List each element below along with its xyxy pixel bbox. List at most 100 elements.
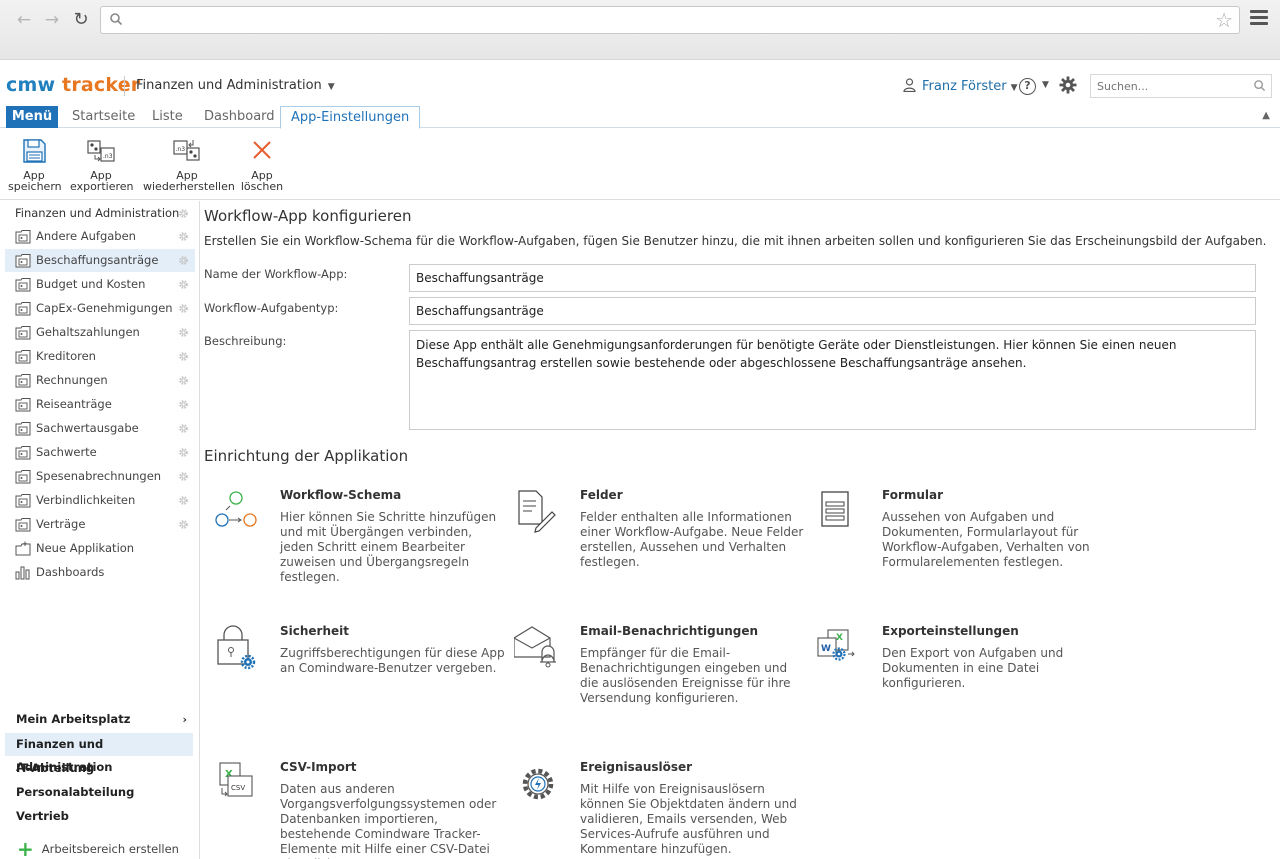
sidebar-item-label: Spesenabrechnungen [36, 469, 162, 483]
card-desc: Mit Hilfe von Ereignisauslösern können S… [580, 782, 797, 856]
browser-menu-icon[interactable] [1250, 10, 1268, 28]
back-arrow-icon[interactable]: ← [14, 10, 34, 30]
workspace-vertrieb[interactable]: Vertrieb [5, 805, 193, 828]
global-search-input[interactable] [1090, 74, 1272, 98]
workspace-label: Personalabteilung [16, 785, 135, 799]
app-folder-icon [15, 494, 31, 508]
workspace-personal[interactable]: Personalabteilung [5, 781, 193, 804]
gear-icon[interactable] [178, 351, 189, 362]
address-bar[interactable]: ☆ [100, 6, 1240, 34]
app-folder-icon [15, 470, 31, 484]
gear-icon[interactable] [178, 231, 189, 242]
delete-app-button[interactable]: App löschen [239, 138, 285, 192]
card-desc: Zugriffsberechtigungen für diese App an … [280, 646, 505, 675]
user-menu[interactable]: Franz Förster ▼ [903, 78, 1018, 94]
setup-title: Einrichtung der Applikation [204, 447, 409, 465]
gear-icon[interactable] [1059, 76, 1077, 94]
sidebar-item[interactable]: Rechnungen [5, 369, 195, 392]
description-textarea[interactable]: Diese App enthält alle Genehmigungsanfor… [409, 330, 1256, 430]
app-folder-icon [15, 302, 31, 316]
chevron-right-icon: › [182, 713, 187, 726]
tab-liste[interactable]: Liste [152, 106, 183, 128]
app-name-input[interactable]: Beschaffungsanträge [409, 264, 1256, 292]
sidebar-item-label: CapEx-Genehmigungen [36, 301, 173, 315]
gear-icon[interactable] [178, 495, 189, 506]
collapse-icon[interactable]: ▲ [1262, 110, 1270, 121]
gear-icon[interactable] [178, 303, 189, 314]
gear-icon[interactable] [178, 208, 189, 219]
tab-app-einstellungen[interactable]: App-Einstellungen [280, 106, 421, 129]
workspace-selector[interactable]: Finanzen und Administration ▼ [136, 78, 335, 93]
gear-icon[interactable] [178, 255, 189, 266]
sidebar-root[interactable]: Finanzen und Administration [15, 206, 179, 220]
workspace-it[interactable]: IT-Abteilung [5, 757, 193, 780]
chevron-down-icon[interactable]: ▼ [1042, 80, 1049, 90]
svg-text:CSV: CSV [231, 784, 245, 792]
tab-menu[interactable]: Menü [6, 106, 58, 128]
gear-icon[interactable] [178, 423, 189, 434]
task-type-label: Workflow-Aufgabentyp: [204, 301, 339, 315]
sidebar-item-label: Kreditoren [36, 349, 96, 363]
app-folder-icon [15, 230, 31, 244]
page-title: Workflow-App konfigurieren [204, 207, 412, 225]
restore-icon: .n3 [173, 140, 200, 161]
sidebar-item[interactable]: Beschaffungsanträge [5, 249, 195, 272]
csv-import-icon: X CSV [219, 762, 253, 797]
gear-icon[interactable] [178, 399, 189, 410]
header-divider [124, 76, 125, 96]
tab-dashboard[interactable]: Dashboard [204, 106, 275, 128]
search-icon [110, 13, 123, 26]
gear-icon[interactable] [178, 375, 189, 386]
restore-app-button[interactable]: .n3 App wiederherstellen [143, 138, 235, 192]
sidebar-item[interactable]: Dashboards [5, 561, 195, 584]
sidebar-item-label: Budget und Kosten [36, 277, 146, 291]
chevron-down-icon: ▼ [1010, 83, 1018, 93]
card-title: Ereignisauslöser [580, 760, 693, 774]
save-app-button[interactable]: App speichern [8, 138, 62, 192]
sidebar-item[interactable]: Sachwerte [5, 441, 195, 464]
sidebar-item[interactable]: Verbindlichkeiten [5, 489, 195, 512]
sidebar-item[interactable]: Spesenabrechnungen [5, 465, 195, 488]
add-workspace-button[interactable]: + Arbeitsbereich erstellen [17, 837, 179, 859]
search-icon[interactable] [1253, 79, 1266, 92]
sidebar-item[interactable]: Reiseanträge [5, 393, 195, 416]
logo-tracker: tracker [62, 74, 141, 96]
sidebar-item[interactable]: Budget und Kosten [5, 273, 195, 296]
forward-arrow-icon[interactable]: → [42, 10, 62, 30]
sidebar-item[interactable]: Andere Aufgaben [5, 225, 195, 248]
gear-icon[interactable] [178, 279, 189, 290]
sidebar-item[interactable]: Kreditoren [5, 345, 195, 368]
svg-text:W: W [821, 644, 831, 654]
bookmark-star-icon[interactable]: ☆ [1215, 9, 1233, 31]
sidebar-item[interactable]: Gehaltszahlungen [5, 321, 195, 344]
card-desc: Empfänger für die Email-Benachrichtigung… [580, 646, 791, 705]
sidebar-item[interactable]: CapEx-Genehmigungen [5, 297, 195, 320]
gear-icon[interactable] [178, 471, 189, 482]
sidebar-item-label: Neue Applikation [36, 541, 135, 555]
workspace-finanzen[interactable]: Finanzen und Administration [5, 733, 193, 774]
workspace-mein-arbeitsplatz[interactable]: Mein Arbeitsplatz › [5, 708, 193, 731]
toolbar: App speichern .n3 App exportieren .n3 Ap… [0, 130, 1280, 200]
gear-icon[interactable] [178, 519, 189, 530]
main-tabs: Menü Startseite Liste Dashboard App-Eins… [0, 106, 1280, 129]
sidebar-item[interactable]: Verträge [5, 513, 195, 536]
card-title: CSV-Import [280, 760, 357, 774]
help-icon[interactable]: ? [1019, 78, 1036, 95]
sidebar-item-label: Beschaffungsanträge [36, 253, 159, 267]
reload-icon[interactable]: ↻ [71, 10, 91, 30]
close-icon [253, 141, 271, 159]
app-logo[interactable]: cmw tracker [6, 74, 140, 96]
task-type-input[interactable]: Beschaffungsanträge [409, 297, 1256, 325]
sidebar-item[interactable]: Neue Applikation [5, 537, 195, 560]
gear-icon[interactable] [178, 327, 189, 338]
svg-text:.n3: .n3 [176, 146, 186, 153]
card-title: Sicherheit [280, 624, 349, 638]
sidebar-item-label: Gehaltszahlungen [36, 325, 140, 339]
tab-startseite[interactable]: Startseite [72, 106, 135, 128]
sidebar-item[interactable]: Sachwertausgabe [5, 417, 195, 440]
card-title: Workflow-Schema [280, 488, 402, 502]
lock-icon [217, 625, 256, 670]
export-app-button[interactable]: .n3 App exportieren [70, 138, 133, 192]
workflow-icon [215, 491, 257, 527]
gear-icon[interactable] [178, 447, 189, 458]
